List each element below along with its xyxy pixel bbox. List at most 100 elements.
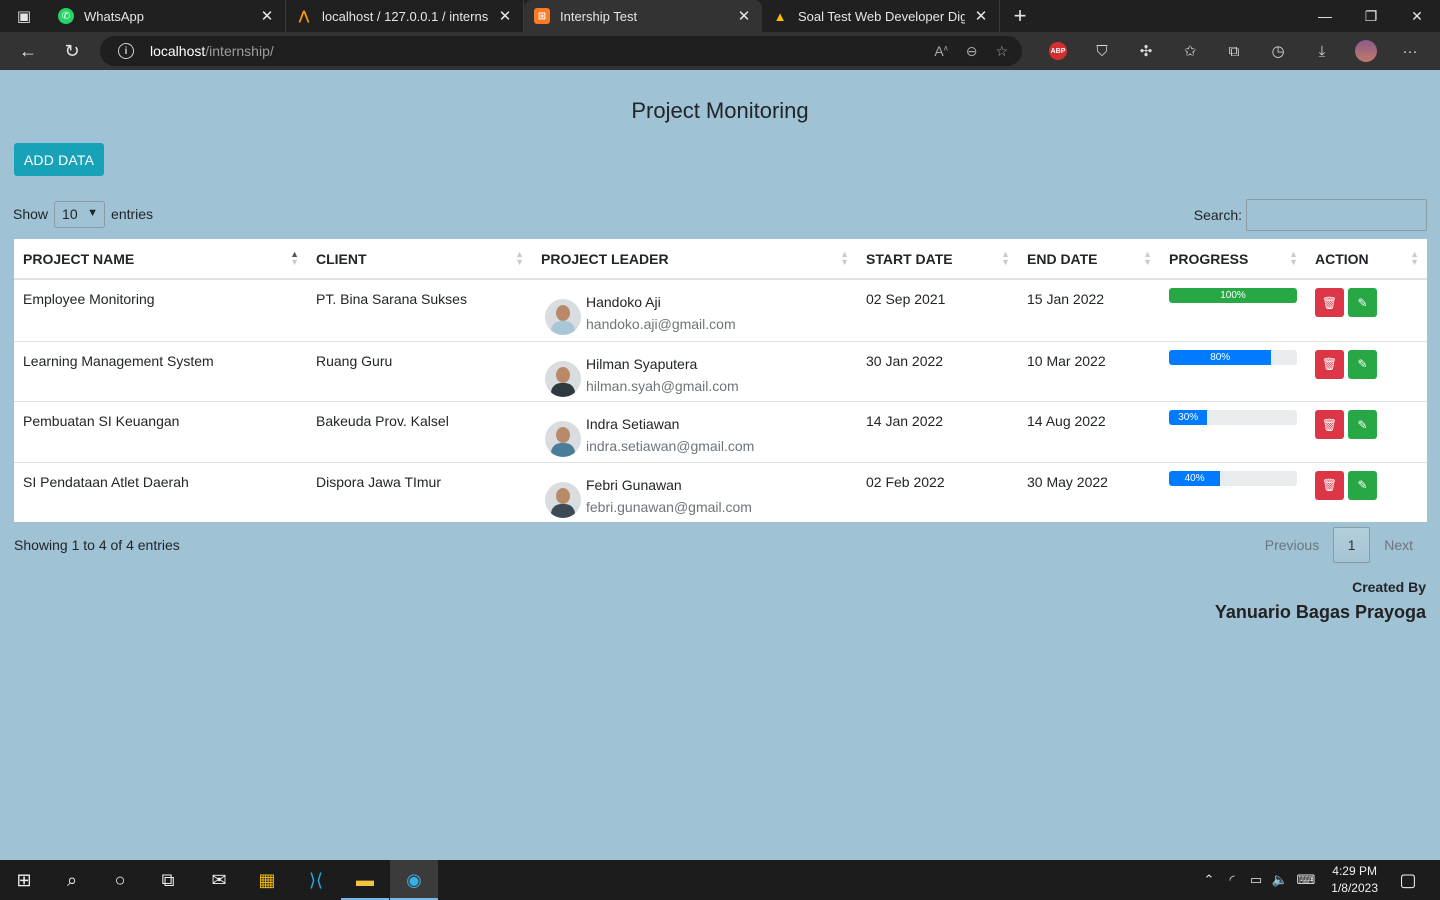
previous-button[interactable]: Previous [1251, 537, 1333, 553]
windows-start-icon[interactable]: ⊞ [0, 860, 48, 900]
column-label: PROJECT NAME [23, 250, 135, 267]
download-icon[interactable]: ⤓ [1300, 43, 1344, 60]
refresh-icon[interactable]: ↻ [50, 32, 94, 70]
page-title: Project Monitoring [631, 98, 809, 123]
adblock-plus-icon[interactable]: ABP [1049, 42, 1067, 60]
close-icon[interactable]: ✕ [259, 7, 275, 25]
progress-cell: 40% [1160, 463, 1306, 523]
table-search: Search: [1194, 199, 1427, 231]
entries-select[interactable]: 10 ▼ [54, 200, 106, 228]
column-header-project-name[interactable]: PROJECT NAME ▲ ▼ [14, 239, 307, 278]
column-header-action[interactable]: ACTION ▲ ▼ [1306, 239, 1427, 278]
chevron-up-icon[interactable]: ⌃ [1198, 872, 1220, 888]
extensions-icon[interactable]: ✣ [1124, 42, 1168, 60]
favorite-add-icon[interactable]: ☆ [995, 43, 1008, 60]
new-tab-icon[interactable]: + [1000, 0, 1040, 32]
vscode-icon[interactable]: ⟩⟨ [292, 860, 340, 900]
author-name: Yanuario Bagas Prayoga [1214, 602, 1426, 622]
column-header-end-date[interactable]: END DATE ▲ ▼ [1018, 239, 1160, 278]
tab-title: Soal Test Web Developer Digitali [798, 8, 965, 24]
edit-button[interactable]: ✎ [1348, 410, 1377, 439]
back-icon[interactable]: ← [6, 32, 50, 70]
info-icon[interactable]: i [118, 43, 134, 59]
delete-button[interactable]: 🗑 [1315, 410, 1344, 439]
column-header-project-leader[interactable]: PROJECT LEADER ▲ ▼ [532, 239, 857, 278]
add-data-button[interactable]: ADD DATA [14, 143, 104, 176]
pencil-icon: ✎ [1357, 478, 1368, 492]
file-explorer-icon[interactable]: ▬ [341, 860, 389, 900]
wifi-icon[interactable]: ◜ [1220, 872, 1244, 888]
clock[interactable]: 4:29 PM 1/8/2023 [1331, 863, 1378, 897]
entries-label: entries [111, 206, 154, 222]
delete-button[interactable]: 🗑 [1315, 470, 1344, 500]
edit-button[interactable]: ✎ [1348, 288, 1377, 317]
close-icon[interactable]: ✕ [497, 7, 513, 25]
project-leader-cell: Hilman Syaputera hilman.syah@gmail.com [532, 342, 857, 402]
zoom-icon[interactable]: ⊖ [966, 43, 978, 60]
project-leader-cell: Handoko Aji handoko.aji@gmail.com [532, 280, 857, 341]
project-name-cell: Pembuatan SI Keuangan [23, 413, 180, 429]
leader-name: Febri Gunawan [586, 476, 682, 493]
search-input[interactable] [1246, 199, 1427, 231]
store-icon[interactable]: ▦ [243, 860, 291, 900]
edge-browser-icon[interactable]: ◉ [390, 860, 438, 900]
battery-icon[interactable]: ▭ [1244, 872, 1268, 888]
tab-intership-test[interactable]: ⊞ Intership Test ✕ [524, 0, 762, 32]
tab-actions-icon[interactable]: ▣ [0, 0, 48, 32]
url-bar[interactable]: i localhost/internship/ Aʌ ⊖ ☆ [100, 36, 1022, 66]
project-name-cell: SI Pendataan Atlet Daerah [23, 473, 189, 490]
edit-button[interactable]: ✎ [1348, 349, 1377, 379]
cortana-icon[interactable]: ○ [96, 860, 144, 900]
tab-phpmyadmin[interactable]: ⋀ localhost / 127.0.0.1 / internship ✕ [286, 0, 524, 32]
table-info: Showing 1 to 4 of 4 entries [14, 537, 180, 553]
tab-whatsapp[interactable]: ✆ WhatsApp ✕ [48, 0, 286, 32]
column-header-start-date[interactable]: START DATE ▲ ▼ [857, 239, 1018, 278]
more-icon[interactable]: ··· [1388, 43, 1432, 60]
browser-tab-bar: ▣ ✆ WhatsApp ✕ ⋀ localhost / 127.0.0.1 /… [0, 0, 1440, 32]
keyboard-icon[interactable]: ⌨ [1292, 872, 1320, 888]
leader-name: Handoko Aji [586, 294, 661, 310]
read-aloud-icon[interactable]: Aʌ [934, 43, 947, 59]
entries-value: 10 [62, 206, 78, 222]
table-row: SI Pendataan Atlet Daerah Dispora Jawa T… [14, 461, 1427, 523]
collections-icon[interactable]: ⧉ [1212, 43, 1256, 60]
project-leader-cell: Febri Gunawan febri.gunawan@gmail.com [532, 463, 857, 523]
delete-button[interactable]: 🗑 [1315, 349, 1344, 379]
sort-icon: ▲ ▼ [1289, 249, 1298, 267]
search-icon[interactable]: ⌕ [48, 860, 96, 900]
history-icon[interactable]: ◷ [1256, 42, 1300, 60]
clock-date: 1/8/2023 [1331, 881, 1378, 895]
delete-button[interactable]: 🗑 [1315, 288, 1344, 317]
action-cell: 🗑 ✎ [1306, 402, 1427, 462]
start-date-cell: 14 Jan 2022 [866, 413, 944, 429]
column-header-client[interactable]: CLIENT ▲ ▼ [307, 239, 532, 278]
column-header-progress[interactable]: PROGRESS ▲ ▼ [1160, 239, 1306, 278]
created-by-label: Created By [1352, 579, 1426, 595]
notifications-icon[interactable]: ▢ [1384, 860, 1432, 900]
minimize-icon[interactable]: — [1302, 0, 1348, 32]
client-cell: Dispora Jawa TImur [316, 473, 442, 490]
leader-name: Indra Setiawan [586, 416, 680, 432]
sort-icon: ▲ ▼ [840, 249, 849, 267]
page-1-button[interactable]: 1 [1333, 527, 1371, 563]
close-window-icon[interactable]: ✕ [1394, 0, 1440, 32]
progress-fill: 100% [1169, 288, 1297, 303]
close-icon[interactable]: ✕ [736, 7, 752, 25]
address-bar-row: ← ↻ i localhost/internship/ Aʌ ⊖ ☆ ABP ⛉… [0, 32, 1440, 70]
start-date-cell: 02 Sep 2021 [866, 291, 946, 307]
mail-icon[interactable]: ✉ [195, 860, 243, 900]
volume-icon[interactable]: 🔈 [1268, 872, 1292, 888]
next-button[interactable]: Next [1370, 537, 1427, 553]
tab-soal-test[interactable]: ▲ Soal Test Web Developer Digitali ✕ [762, 0, 1000, 32]
task-view-icon[interactable]: ⧉ [144, 860, 192, 900]
close-icon[interactable]: ✕ [973, 7, 989, 25]
restore-icon[interactable]: ❐ [1348, 0, 1394, 32]
progress-fill: 40% [1169, 470, 1221, 486]
edit-button[interactable]: ✎ [1348, 470, 1377, 500]
pagination: Previous 1 Next [1251, 527, 1427, 563]
column-label: PROGRESS [1169, 250, 1249, 267]
profile-avatar[interactable] [1355, 40, 1377, 62]
shield-icon[interactable]: ⛉ [1080, 43, 1124, 60]
favorites-icon[interactable]: ✩ [1168, 42, 1212, 60]
phpmyadmin-icon: ⋀ [298, 8, 310, 23]
